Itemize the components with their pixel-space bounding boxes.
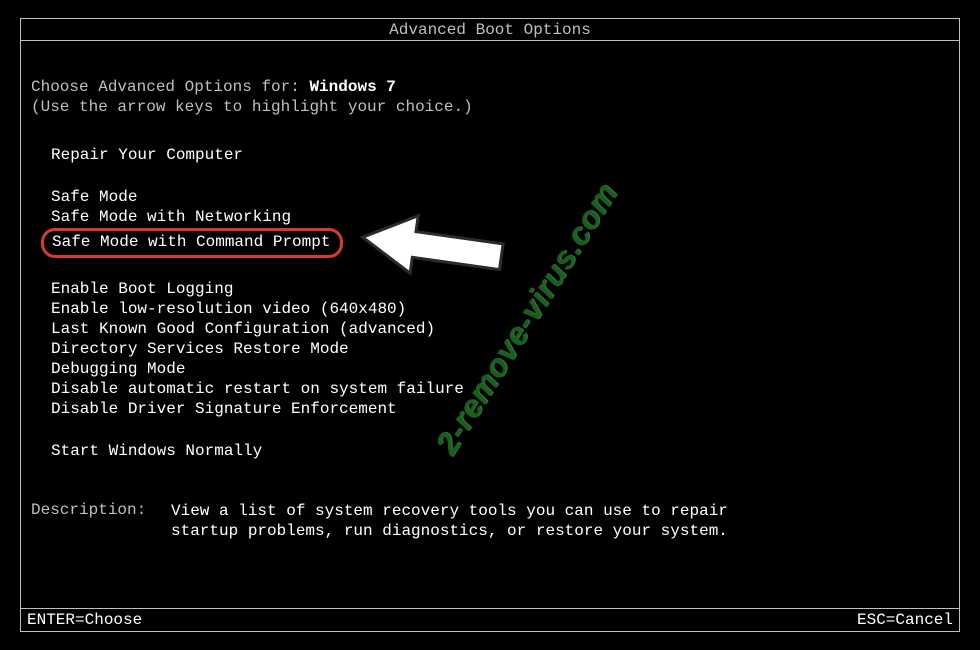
footer-esc-hint: ESC=Cancel (857, 611, 953, 629)
subtitle-prefix: Choose Advanced Options for: (31, 78, 309, 96)
description-label: Description: (31, 501, 171, 541)
footer-enter-hint: ENTER=Choose (27, 611, 142, 629)
description-line-2: startup problems, run diagnostics, or re… (171, 522, 728, 540)
description-body: View a list of system recovery tools you… (171, 501, 728, 541)
menu-group-safe-mode: Safe Mode Safe Mode with Networking Safe… (51, 187, 949, 257)
description-line-1: View a list of system recovery tools you… (171, 502, 728, 520)
subtitle-line: Choose Advanced Options for: Windows 7 (31, 77, 949, 97)
menu-item-last-known-good[interactable]: Last Known Good Configuration (advanced) (51, 319, 445, 339)
content-area: Choose Advanced Options for: Windows 7 (… (21, 41, 959, 541)
footer-bar: ENTER=Choose ESC=Cancel (21, 608, 959, 631)
os-name: Windows 7 (309, 78, 395, 96)
menu-group-advanced: Enable Boot Logging Enable low-resolutio… (51, 279, 949, 419)
menu-item-start-windows-normally[interactable]: Start Windows Normally (51, 441, 272, 461)
description-block: Description: View a list of system recov… (31, 501, 949, 541)
subtitle-hint: (Use the arrow keys to highlight your ch… (31, 97, 949, 117)
menu-item-disable-auto-restart[interactable]: Disable automatic restart on system fail… (51, 379, 474, 399)
boot-screen: Advanced Boot Options Choose Advanced Op… (20, 18, 960, 632)
highlight-capsule: Safe Mode with Command Prompt (41, 228, 343, 258)
menu-item-safe-mode-networking[interactable]: Safe Mode with Networking (51, 207, 301, 227)
menu-item-safe-mode-command-prompt[interactable]: Safe Mode with Command Prompt (52, 232, 330, 252)
boot-menu[interactable]: Repair Your Computer Safe Mode Safe Mode… (31, 145, 949, 461)
menu-item-repair-your-computer[interactable]: Repair Your Computer (51, 145, 253, 165)
menu-item-disable-driver-signature[interactable]: Disable Driver Signature Enforcement (51, 399, 407, 419)
menu-group-normal: Start Windows Normally (51, 441, 949, 461)
page-title: Advanced Boot Options (21, 19, 959, 41)
menu-item-directory-services-restore[interactable]: Directory Services Restore Mode (51, 339, 359, 359)
menu-item-debugging-mode[interactable]: Debugging Mode (51, 359, 195, 379)
menu-item-enable-low-res-video[interactable]: Enable low-resolution video (640x480) (51, 299, 416, 319)
menu-group-repair: Repair Your Computer (51, 145, 949, 165)
menu-item-enable-boot-logging[interactable]: Enable Boot Logging (51, 279, 243, 299)
menu-item-safe-mode[interactable]: Safe Mode (51, 187, 147, 207)
